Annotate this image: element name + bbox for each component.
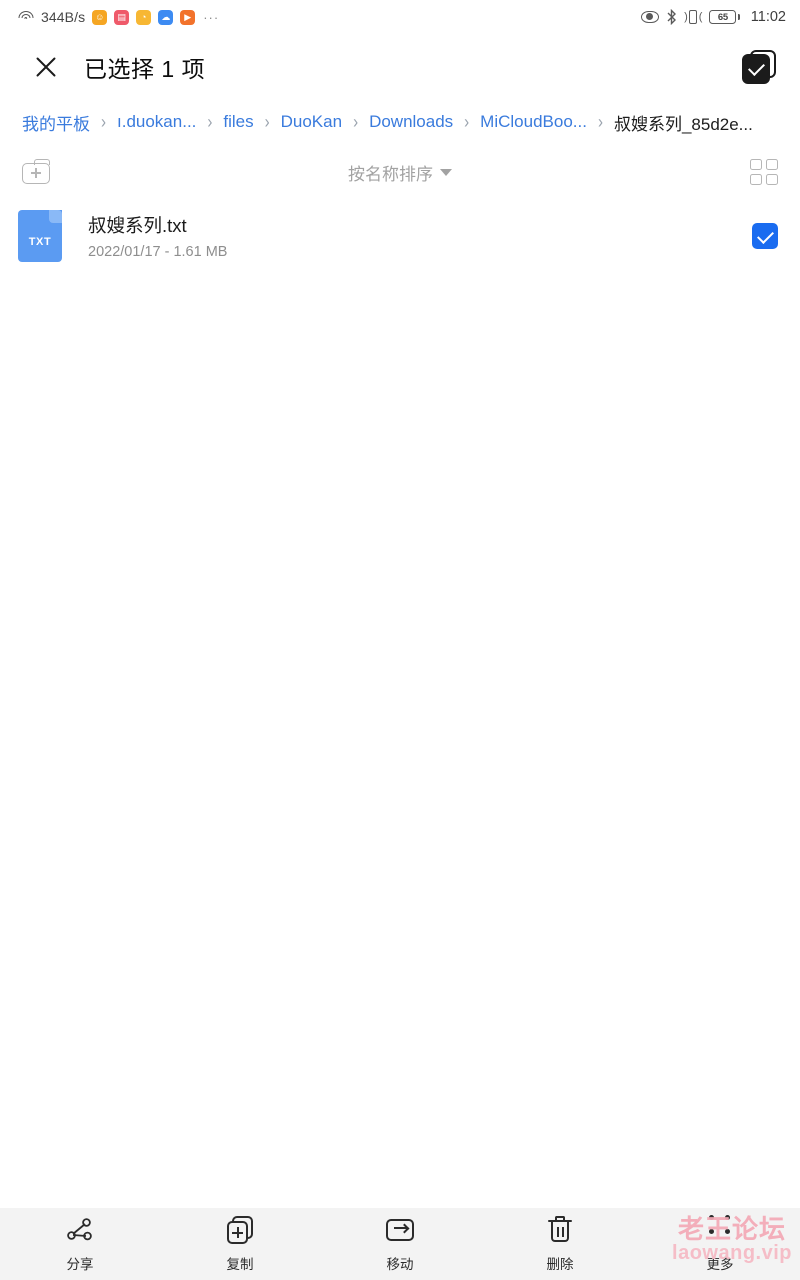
- app-icon-cloud-glyph: ☁: [161, 11, 171, 22]
- breadcrumb-separator: ›: [353, 111, 359, 133]
- move-button[interactable]: 移动: [320, 1208, 480, 1280]
- page-title: 已选择 1 项: [84, 56, 206, 82]
- grid-view-icon[interactable]: [750, 159, 778, 185]
- new-folder-icon[interactable]: [22, 159, 52, 185]
- select-all-icon[interactable]: [742, 50, 776, 84]
- status-bar-left: 344B/s ☺ ▤ ◔ ☁ ▶ ···: [18, 9, 641, 25]
- breadcrumb-separator: ›: [207, 111, 213, 133]
- share-icon: [65, 1215, 95, 1245]
- battery-icon: 65: [709, 10, 740, 24]
- copy-icon: [225, 1215, 255, 1245]
- delete-label: 删除: [546, 1257, 574, 1272]
- breadcrumb-item-1[interactable]: ı.duokan...: [115, 112, 198, 132]
- txt-file-icon: TXT: [18, 210, 62, 262]
- file-checkbox[interactable]: [752, 223, 778, 249]
- breadcrumb-item-5[interactable]: MiCloudBoo...: [478, 112, 589, 132]
- move-label: 移动: [386, 1257, 414, 1272]
- copy-button[interactable]: 复制: [160, 1208, 320, 1280]
- battery-level-text: 65: [709, 10, 737, 24]
- share-label: 分享: [66, 1257, 94, 1272]
- network-speed-text: 344B/s: [41, 9, 86, 25]
- file-meta: 叔嫂系列.txt 2022/01/17 - 1.61 MB: [88, 212, 227, 260]
- app-icon-book: ▤: [114, 9, 130, 25]
- app-icon-book-glyph: ▤: [117, 11, 126, 22]
- more-icon: [705, 1215, 735, 1245]
- title-bar: 已选择 1 项: [0, 34, 800, 100]
- bottom-toolbar: 分享 复制 移动 删除 更多: [0, 1208, 800, 1280]
- eye-icon: [641, 11, 660, 23]
- breadcrumb-separator: ›: [464, 111, 470, 133]
- status-bar-right: )( 65 11:02: [641, 9, 786, 25]
- breadcrumb-separator: ›: [597, 111, 603, 133]
- breadcrumb-item-3[interactable]: DuoKan: [279, 112, 344, 132]
- breadcrumb-separator: ›: [264, 111, 270, 133]
- bluetooth-icon: [666, 9, 677, 25]
- app-icon-cup: ◔: [136, 9, 152, 25]
- app-icon-play: ▶: [180, 9, 196, 25]
- breadcrumb: 我的平板 › ı.duokan... › files › DuoKan › Do…: [0, 100, 800, 144]
- list-item[interactable]: TXT 叔嫂系列.txt 2022/01/17 - 1.61 MB: [0, 200, 800, 272]
- breadcrumb-item-0[interactable]: 我的平板: [20, 110, 92, 135]
- status-bar: 344B/s ☺ ▤ ◔ ☁ ▶ ··· )( 65 11:02: [0, 0, 800, 34]
- app-icon-cup-glyph: ◔: [140, 11, 147, 22]
- file-list: TXT 叔嫂系列.txt 2022/01/17 - 1.61 MB: [0, 200, 800, 272]
- copy-label: 复制: [226, 1257, 254, 1272]
- sort-label[interactable]: 按名称排序: [348, 160, 433, 185]
- sort-bar: 按名称排序: [0, 144, 800, 200]
- breadcrumb-item-current: 叔嫂系列_85d2e...: [613, 114, 753, 134]
- chevron-down-icon[interactable]: [440, 168, 452, 176]
- txt-file-icon-label: TXT: [28, 236, 52, 248]
- app-icon-play-glyph: ▶: [184, 11, 192, 22]
- vibrate-icon: )(: [684, 10, 703, 24]
- move-icon: [385, 1215, 415, 1245]
- delete-button[interactable]: 删除: [480, 1208, 640, 1280]
- close-icon[interactable]: [26, 47, 66, 87]
- wifi-icon: [18, 10, 34, 24]
- trash-icon: [545, 1215, 575, 1245]
- breadcrumb-item-2[interactable]: files: [221, 112, 255, 132]
- status-overflow-icon: ···: [203, 9, 220, 25]
- app-icon-smiley-glyph: ☺: [95, 11, 105, 22]
- file-subtitle: 2022/01/17 - 1.61 MB: [88, 244, 228, 260]
- app-icon-smiley: ☺: [92, 9, 108, 25]
- breadcrumb-item-4[interactable]: Downloads: [367, 112, 455, 132]
- more-label: 更多: [706, 1257, 734, 1272]
- breadcrumb-separator: ›: [101, 111, 106, 133]
- app-icon-cloud: ☁: [158, 9, 174, 25]
- more-button[interactable]: 更多: [640, 1208, 800, 1280]
- clock-text: 11:02: [750, 9, 786, 25]
- share-button[interactable]: 分享: [0, 1208, 160, 1280]
- sort-control: 按名称排序: [0, 160, 800, 185]
- file-name: 叔嫂系列.txt: [88, 215, 187, 236]
